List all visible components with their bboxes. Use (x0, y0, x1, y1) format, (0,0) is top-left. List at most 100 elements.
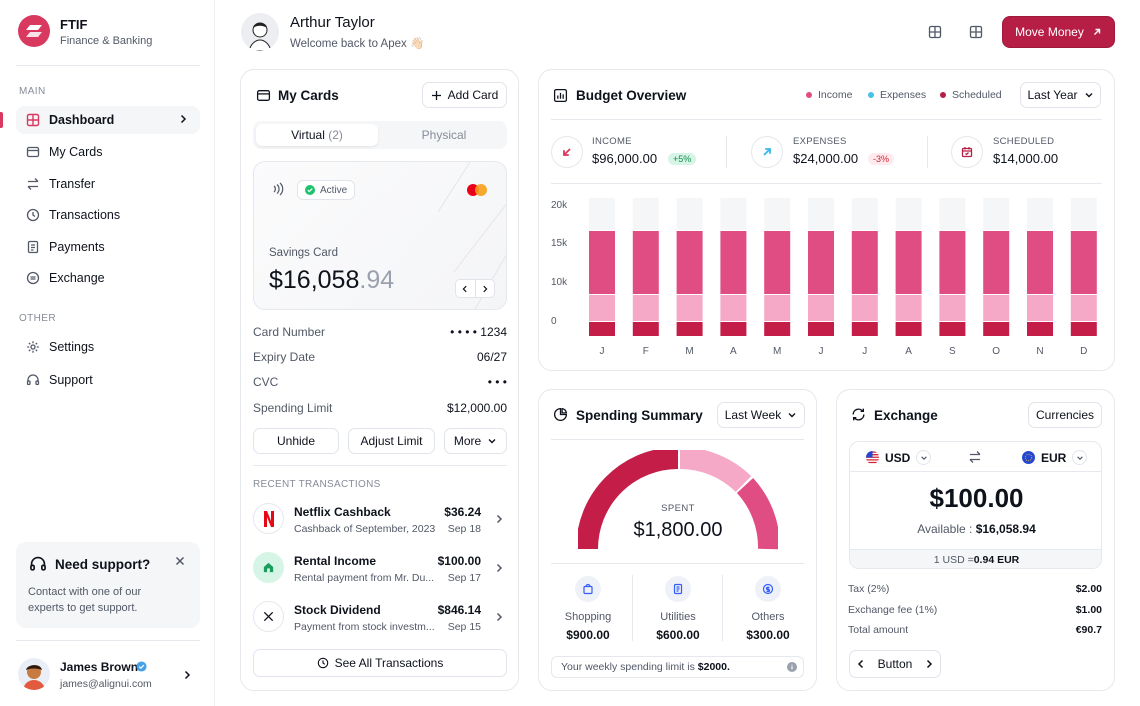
headset-icon (29, 555, 47, 573)
fee-label: Exchange fee (1%) (848, 604, 938, 616)
more-button[interactable]: More (444, 428, 507, 454)
bar-track (939, 198, 966, 230)
from-currency-select[interactable]: USD (866, 450, 932, 465)
divider (551, 183, 1102, 184)
sidebar-item-settings[interactable]: Settings (16, 333, 200, 361)
exchange-action-button[interactable]: Button (849, 650, 941, 678)
chevron-down-icon (1084, 90, 1094, 100)
tax-value: $2.00 (1075, 583, 1102, 595)
sidebar-item-exchange[interactable]: Exchange (16, 264, 200, 292)
bar-group (589, 198, 615, 336)
bar-group (808, 198, 834, 336)
x-tick-label: N (1036, 346, 1044, 357)
section-main-label: MAIN (19, 86, 46, 97)
add-card-button[interactable]: Add Card (422, 82, 507, 108)
y-tick-label: 20k (551, 200, 568, 211)
transaction-name: Rental Income (294, 554, 377, 568)
transaction-date: Sep 18 (447, 523, 481, 535)
category-value: $300.00 (746, 628, 790, 642)
card-pager (455, 279, 495, 298)
bank-card[interactable]: Active Savings Card $16,058.94 (253, 161, 507, 310)
spending-period-select[interactable]: Last Week (717, 402, 805, 428)
x-tick-label: J (599, 346, 605, 357)
period-label: Last Year (1027, 88, 1078, 102)
unhide-button[interactable]: Unhide (253, 428, 339, 454)
income-label: INCOME (592, 136, 632, 147)
bar-group (851, 198, 878, 336)
sidebar-item-my-cards[interactable]: My Cards (16, 138, 200, 166)
budget-title: Budget Overview (576, 88, 687, 103)
expiry-value: 06/27 (476, 350, 507, 364)
sidebar-item-transfer[interactable]: Transfer (16, 170, 200, 198)
chevron-right-icon[interactable] (494, 563, 504, 573)
check-circle-icon (305, 185, 315, 195)
y-tick-label: 10k (551, 277, 568, 288)
headset-icon (26, 373, 40, 387)
chevron-right-icon[interactable] (182, 670, 192, 680)
sidebar-item-label: Transactions (49, 208, 121, 222)
header-name: Arthur Taylor (290, 14, 375, 31)
spent-value: $1,800.00 (633, 519, 723, 541)
recent-transactions-title: RECENT TRANSACTIONS (253, 479, 381, 490)
spending-limit-value: $12,000.00 (446, 401, 507, 415)
bag-icon (575, 576, 601, 602)
chevron-down-icon (787, 410, 797, 420)
chevron-right-icon[interactable] (494, 514, 504, 524)
refresh-icon (851, 407, 866, 422)
grid-view-icon[interactable] (921, 18, 949, 46)
sidebar-item-label: Exchange (49, 271, 105, 285)
receipt-icon (665, 576, 691, 602)
tax-label: Tax (2%) (848, 583, 890, 595)
bar-segment-mid (632, 295, 659, 321)
y-tick-label: 15k (551, 238, 568, 249)
chevron-left-icon[interactable] (456, 280, 476, 297)
bar-segment-mid (851, 295, 878, 321)
chevron-right-icon[interactable] (494, 612, 504, 622)
header-avatar[interactable] (241, 13, 279, 51)
see-all-transactions-button[interactable]: See All Transactions (253, 649, 507, 677)
close-icon[interactable] (174, 555, 186, 567)
income-badge: +5% (668, 153, 697, 165)
tab-physical-label: Physical (421, 128, 467, 142)
sidebar-item-payments[interactable]: Payments (16, 233, 200, 261)
bar-segment-top (808, 231, 834, 294)
move-money-button[interactable]: Move Money (1002, 16, 1115, 48)
calendar-icon (951, 136, 983, 168)
see-all-label: See All Transactions (334, 656, 444, 670)
exchange-amount[interactable]: $100.00 (850, 483, 1101, 514)
category-value: $600.00 (656, 628, 700, 642)
bar-segment-mid (589, 295, 615, 321)
to-currency-select[interactable]: EUR (1022, 450, 1088, 465)
currencies-button[interactable]: Currencies (1028, 402, 1102, 428)
contactless-icon (270, 182, 284, 196)
tab-virtual[interactable]: Virtual (2) (256, 124, 378, 146)
chart-icon (553, 88, 568, 103)
layout-icon[interactable] (962, 18, 990, 46)
brand-logo (18, 15, 50, 47)
expiry-label: Expiry Date (253, 350, 316, 364)
expenses-badge: -3% (868, 153, 895, 165)
scheduled-label: SCHEDULED (993, 136, 1055, 147)
transaction-name: Stock Dividend (294, 603, 381, 617)
swap-icon[interactable] (968, 450, 982, 464)
x-tick-label: M (685, 346, 694, 357)
card-icon (256, 88, 271, 103)
from-currency: USD (885, 450, 911, 465)
divider (726, 136, 727, 168)
sidebar-item-transactions[interactable]: Transactions (16, 201, 200, 229)
sidebar-item-dashboard[interactable]: Dashboard (16, 106, 200, 134)
bar-segment-mid (764, 295, 791, 321)
unhide-label: Unhide (276, 434, 316, 448)
sidebar-item-support[interactable]: Support (16, 366, 200, 394)
chevron-right-icon[interactable] (476, 280, 495, 297)
bar-track (895, 198, 922, 230)
period-select[interactable]: Last Year (1020, 82, 1101, 108)
button-label: Button (877, 657, 913, 671)
adjust-limit-button[interactable]: Adjust Limit (348, 428, 435, 454)
divider (253, 465, 507, 466)
exchange-rate: 1 USD = 0.94 EUR (850, 549, 1101, 568)
tab-physical[interactable]: Physical (383, 124, 505, 146)
avatar[interactable] (18, 658, 50, 690)
bar-segment-bottom (632, 322, 659, 336)
currencies-label: Currencies (1035, 408, 1095, 422)
